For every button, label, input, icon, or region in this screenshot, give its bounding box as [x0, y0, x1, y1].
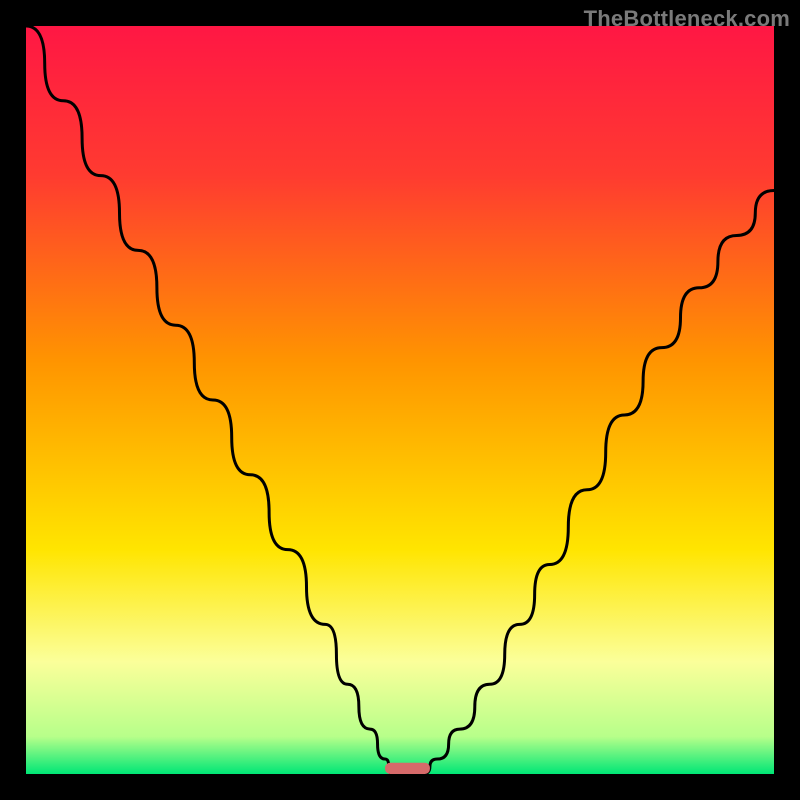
- heat-gradient: [26, 26, 774, 774]
- watermark-text: TheBottleneck.com: [584, 6, 790, 32]
- plot-frame: [26, 26, 774, 774]
- optimal-marker: [385, 763, 430, 774]
- plot-canvas: [26, 26, 774, 774]
